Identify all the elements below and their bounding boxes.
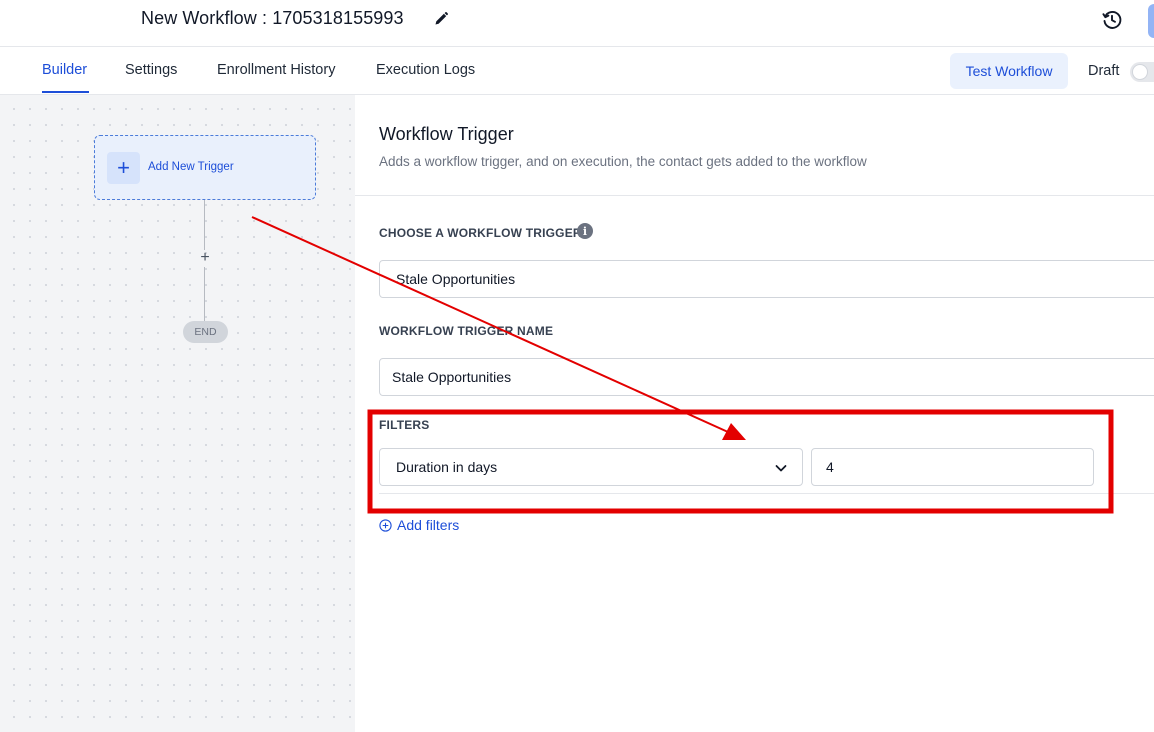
filter-field-select[interactable]: Duration in days [379,448,803,486]
info-icon[interactable]: i [577,223,593,239]
history-icon[interactable] [1101,9,1123,31]
tab-bar: Builder Settings Enrollment History Exec… [0,47,1154,95]
workflow-title: New Workflow : 1705318155993 [141,8,404,28]
add-new-trigger-node[interactable]: + Add New Trigger [94,135,316,200]
add-trigger-label: Add New Trigger [148,161,234,173]
publish-button-edge[interactable] [1148,4,1154,38]
panel-subtitle: Adds a workflow trigger, and on executio… [379,154,867,169]
end-node: END [183,321,228,343]
filter-field-value: Duration in days [396,459,498,475]
pencil-icon[interactable] [433,11,449,27]
draft-toggle[interactable] [1130,62,1154,82]
draft-label: Draft [1088,63,1120,79]
trigger-config-panel: Workflow Trigger Adds a workflow trigger… [355,95,1154,732]
test-workflow-button[interactable]: Test Workflow [950,53,1068,89]
workflow-canvas[interactable]: + Add New Trigger + END [0,95,355,732]
filter-value-input[interactable]: 4 [811,448,1094,486]
divider [355,195,1154,196]
add-filters-link[interactable]: Add filters [379,517,459,533]
add-filters-label: Add filters [397,517,460,533]
panel-title: Workflow Trigger [379,124,514,144]
tab-execution-logs[interactable]: Execution Logs [376,62,475,78]
choose-trigger-label: CHOOSE A WORKFLOW TRIGGER [379,226,582,240]
tab-builder[interactable]: Builder [42,62,87,78]
top-bar: New Workflow : 1705318155993 [0,0,1154,47]
tab-settings[interactable]: Settings [125,62,177,78]
trigger-name-label: WORKFLOW TRIGGER NAME [379,324,554,338]
filters-label: FILTERS [379,418,430,432]
plus-icon: + [107,152,140,184]
toggle-knob [1132,64,1148,80]
connector-line [204,267,205,321]
trigger-name-input[interactable]: Stale Opportunities [379,358,1154,396]
plus-circle-icon [379,518,392,532]
add-step-button[interactable]: + [197,249,213,266]
connector-line [204,200,205,250]
divider [379,493,1154,494]
tab-enrollment-history[interactable]: Enrollment History [217,62,335,78]
active-tab-indicator [42,91,89,93]
trigger-type-select[interactable]: Stale Opportunities [379,260,1154,298]
chevron-down-icon [775,465,787,472]
